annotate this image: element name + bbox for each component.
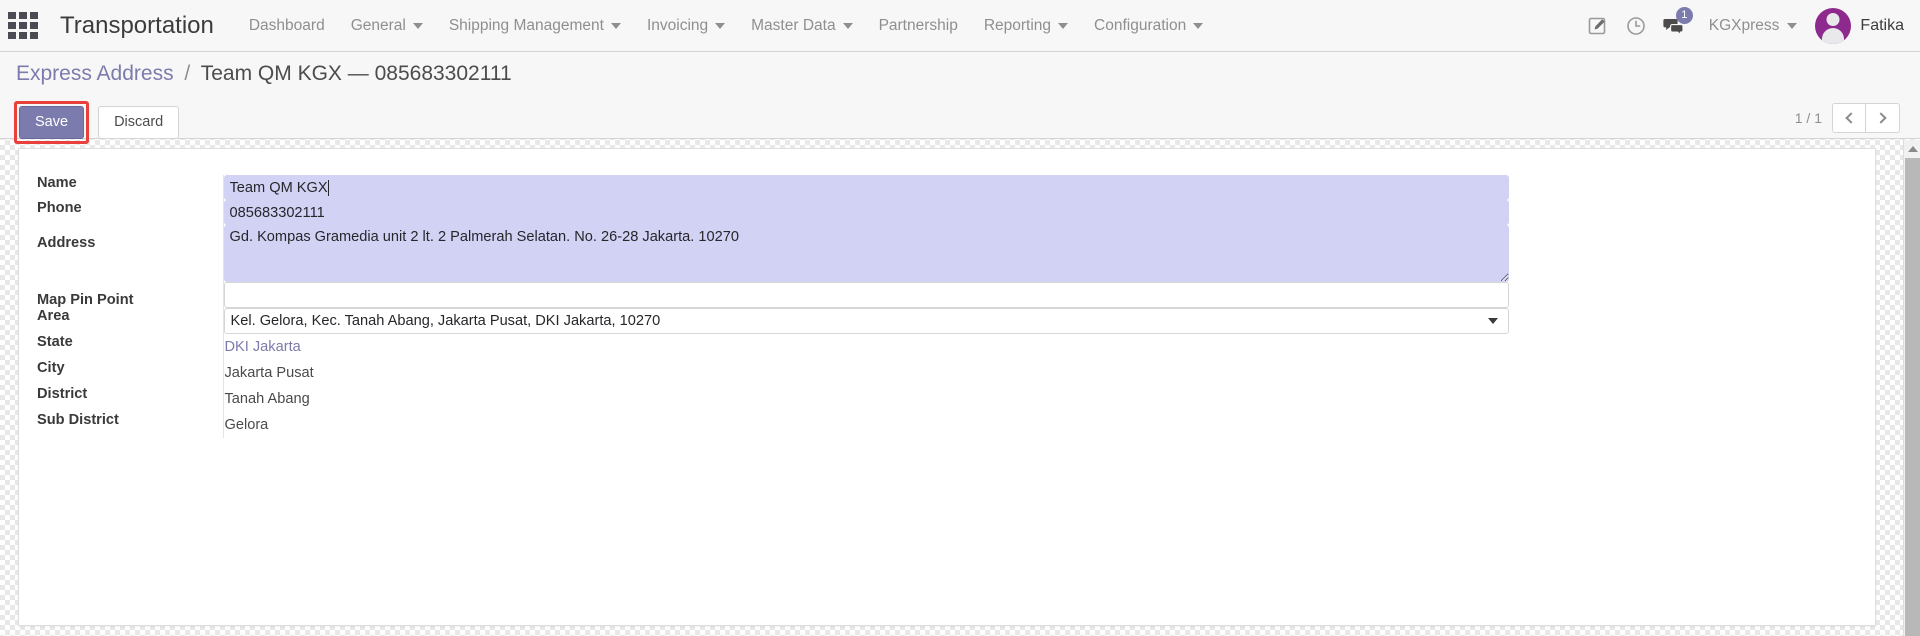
page-root: Transportation Dashboard General Shippin… [0, 0, 1920, 636]
chevron-down-icon [842, 22, 853, 29]
city-value: Jakarta Pusat [224, 365, 314, 381]
chevron-down-icon [715, 22, 726, 29]
form-field-table: Name Phone [37, 175, 1517, 438]
menu-label: Dashboard [248, 16, 325, 34]
menu-item-shipping-management[interactable]: Shipping Management [436, 0, 634, 52]
menu-item-invoicing[interactable]: Invoicing [634, 0, 738, 52]
form-action-buttons: Save Discard [14, 101, 180, 144]
form-row-sub-district: Sub District Gelora [37, 412, 1517, 438]
menu-item-master-data[interactable]: Master Data [738, 0, 865, 52]
form-row-map-pin-point: Map Pin Point [37, 282, 1517, 308]
pager-buttons [1832, 103, 1900, 133]
menu-item-configuration[interactable]: Configuration [1081, 0, 1216, 52]
menu-item-dashboard[interactable]: Dashboard [236, 0, 338, 52]
area-select-wrap: Kel. Gelora, Kec. Tanah Abang, Jakarta P… [223, 308, 1509, 334]
discard-button[interactable]: Discard [98, 106, 180, 139]
app-brand-title[interactable]: Transportation [60, 12, 214, 40]
form-row-district: District Tanah Abang [37, 386, 1517, 412]
chevron-down-icon [610, 22, 621, 29]
menu-item-reporting[interactable]: Reporting [971, 0, 1081, 52]
breadcrumb-separator: / [184, 62, 191, 85]
state-value-link[interactable]: DKI Jakarta [224, 334, 301, 360]
phone-input[interactable] [223, 200, 1509, 225]
form-row-city: City Jakarta Pusat [37, 360, 1517, 386]
breadcrumb-root-link[interactable]: Express Address [16, 62, 174, 85]
label-name: Name [37, 175, 224, 200]
menu-item-partnership[interactable]: Partnership [866, 0, 971, 52]
district-value: Tanah Abang [224, 391, 310, 407]
form-sheet: Name Phone [18, 148, 1876, 626]
sub-district-value: Gelora [224, 417, 269, 433]
chevron-down-icon [1193, 22, 1204, 29]
navbar-right-tools: 1 KGXpress Fatika [1581, 0, 1920, 52]
label-map-pin-point: Map Pin Point [37, 282, 224, 308]
menu-label: Partnership [878, 16, 958, 34]
pager-count-label: 1 / 1 [1794, 110, 1822, 126]
pager-next-button[interactable] [1866, 103, 1900, 133]
menu-label: Master Data [751, 16, 836, 34]
top-navbar: Transportation Dashboard General Shippin… [0, 0, 1920, 52]
record-pager: 1 / 1 [1795, 103, 1900, 133]
scroll-up-arrow-icon[interactable] [1904, 140, 1920, 157]
chat-bubbles-icon[interactable]: 1 [1657, 0, 1693, 52]
database-menu[interactable]: KGXpress [1695, 17, 1808, 35]
label-sub-district: Sub District [37, 412, 224, 438]
menu-label: Invoicing [646, 16, 709, 34]
scrollbar-thumb[interactable] [1905, 158, 1920, 636]
menu-label: Reporting [983, 16, 1052, 34]
map-pin-point-input[interactable] [223, 282, 1509, 308]
save-button[interactable]: Save [19, 106, 85, 139]
chevron-left-icon [1844, 112, 1857, 124]
label-phone: Phone [37, 200, 224, 225]
user-name-label: Fatika [1860, 16, 1904, 34]
menu-label: Shipping Management [448, 16, 604, 34]
address-textarea[interactable]: Gd. Kompas Gramedia unit 2 lt. 2 Palmera… [223, 225, 1509, 282]
form-row-name: Name [37, 175, 1517, 200]
breadcrumb-current-record: Team QM KGX — 085683302111 [200, 62, 512, 85]
control-panel: Express Address / Team QM KGX — 08568330… [0, 52, 1920, 144]
label-area: Area [37, 308, 224, 334]
vertical-scrollbar[interactable] [1903, 140, 1920, 636]
area-select[interactable]: Kel. Gelora, Kec. Tanah Abang, Jakarta P… [223, 308, 1509, 334]
form-row-state: State DKI Jakarta [37, 334, 1517, 360]
name-input[interactable] [223, 175, 1509, 200]
pager-previous-button[interactable] [1832, 103, 1866, 133]
menu-label: General [350, 16, 406, 34]
menu-label: Configuration [1094, 16, 1187, 34]
form-row-area: Area Kel. Gelora, Kec. Tanah Abang, Jaka… [37, 308, 1517, 334]
chevron-down-icon [1787, 22, 1798, 29]
avatar [1815, 7, 1852, 44]
breadcrumb: Express Address / Team QM KGX — 08568330… [16, 62, 512, 86]
form-sheet-area: Name Phone [0, 140, 1904, 636]
label-district: District [37, 386, 224, 412]
form-row-address: Address Gd. Kompas Gramedia unit 2 lt. 2… [37, 225, 1517, 282]
save-button-highlight: Save [14, 101, 90, 144]
label-state: State [37, 334, 224, 360]
label-address: Address [37, 225, 224, 282]
text-cursor [327, 180, 329, 196]
label-city: City [37, 360, 224, 386]
chevron-down-icon [1058, 22, 1069, 29]
database-menu-label: KGXpress [1708, 16, 1780, 34]
form-row-phone: Phone [37, 200, 1517, 225]
name-input-wrap [223, 175, 1509, 200]
apps-grid-icon[interactable] [0, 0, 46, 52]
message-count-badge: 1 [1675, 6, 1693, 24]
user-menu[interactable]: Fatika [1811, 7, 1904, 44]
chevron-down-icon [412, 22, 423, 29]
chevron-right-icon [1875, 112, 1887, 124]
edit-square-icon[interactable] [1581, 0, 1615, 52]
menu-item-general[interactable]: General [338, 0, 436, 52]
main-menu: Dashboard General Shipping Management In… [236, 0, 1216, 52]
clock-icon[interactable] [1619, 0, 1653, 52]
